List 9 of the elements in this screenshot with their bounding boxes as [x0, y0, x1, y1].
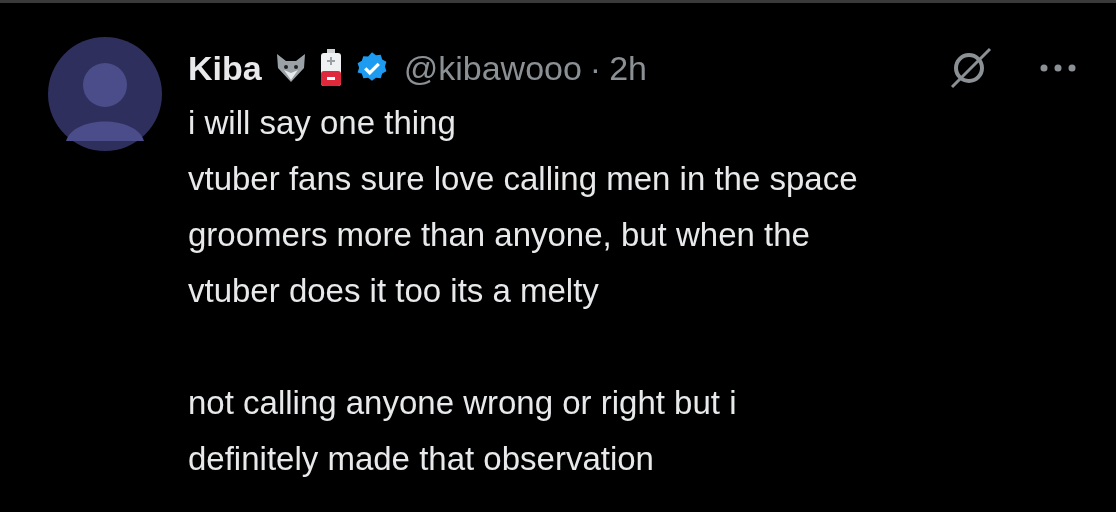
post-text: not calling anyone wrong or right but i definitely made that observation [188, 383, 738, 479]
slashed-circle-icon[interactable] [948, 45, 994, 91]
user-handle[interactable]: @kibawooo [403, 42, 582, 94]
post-time[interactable]: 2h [609, 42, 647, 94]
display-name[interactable]: Kiba [188, 42, 262, 94]
separator: · [589, 47, 602, 89]
more-options-icon[interactable] [1040, 64, 1076, 72]
battery-icon [319, 49, 342, 87]
post-text: i will say one thing vtuber fans sure love calling men in the space groomers more than anyone, but when the vtuber does it too its a melty [188, 103, 859, 311]
